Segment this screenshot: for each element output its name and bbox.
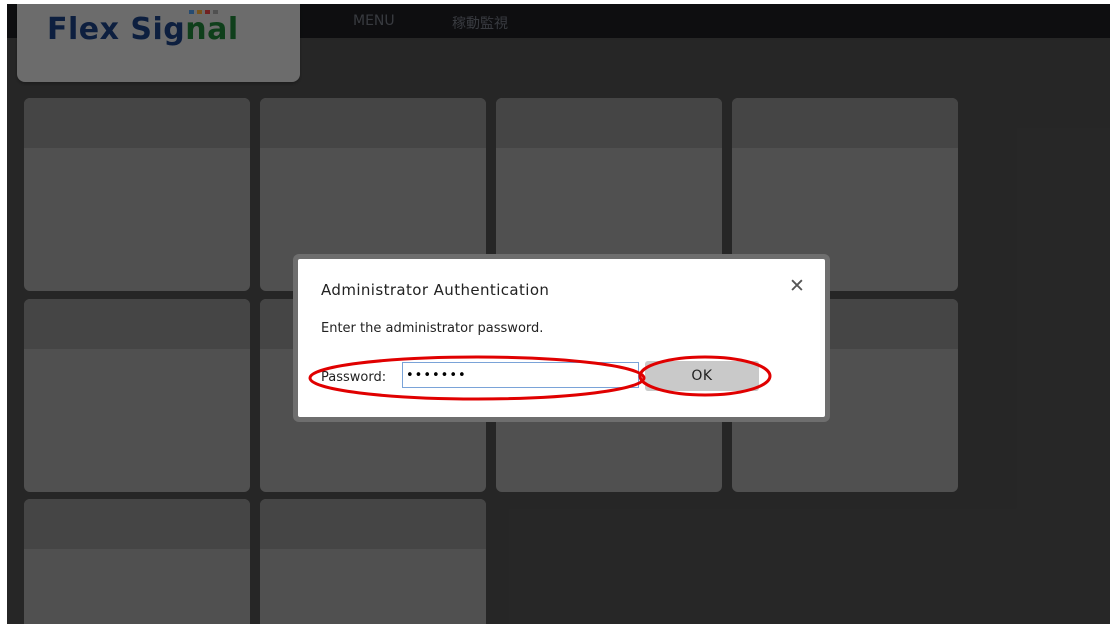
dialog-message: Enter the administrator password. bbox=[321, 321, 544, 336]
ok-button[interactable]: OK bbox=[645, 361, 759, 391]
close-icon[interactable]: ✕ bbox=[787, 275, 807, 297]
dialog-title: Administrator Authentication bbox=[321, 281, 550, 299]
dialog-body: Administrator Authentication ✕ Enter the… bbox=[298, 259, 825, 417]
password-label: Password: bbox=[321, 370, 387, 385]
password-input[interactable] bbox=[402, 362, 639, 388]
admin-auth-dialog: Administrator Authentication ✕ Enter the… bbox=[293, 254, 830, 422]
